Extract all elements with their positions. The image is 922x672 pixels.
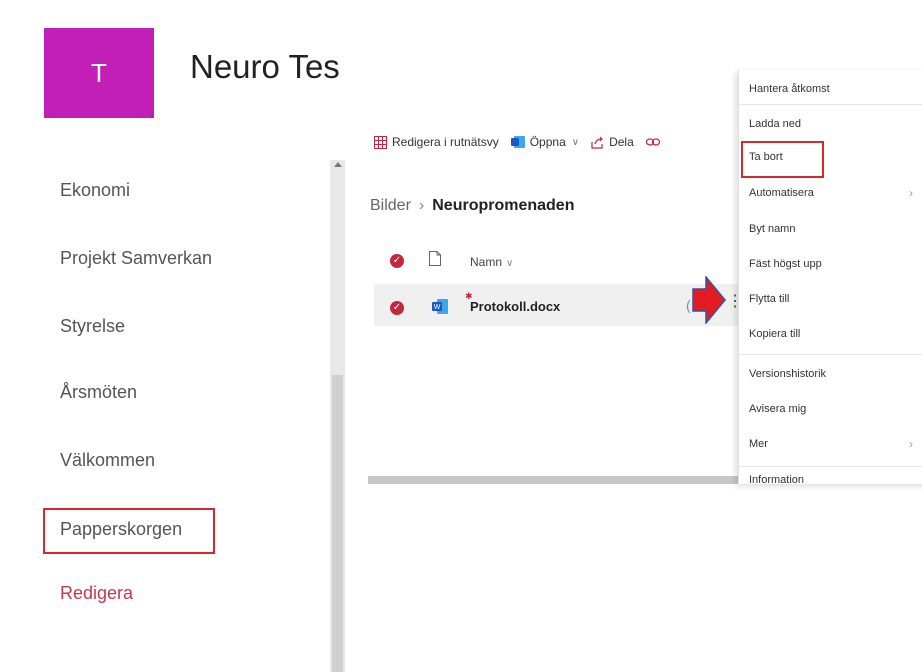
site-logo-letter: T — [91, 57, 107, 88]
file-name[interactable]: Protokoll.docx — [470, 299, 560, 314]
chevron-right-icon: › — [909, 186, 913, 200]
breadcrumb-chevron-icon: › — [418, 197, 425, 214]
menu-item-more[interactable]: Mer — [749, 438, 768, 450]
word-file-icon: W — [432, 299, 448, 319]
grid-icon — [374, 135, 387, 149]
chevron-down-icon: ∨ — [571, 136, 580, 148]
menu-item-information[interactable]: Information — [749, 474, 804, 484]
open-label: Öppna — [529, 135, 566, 149]
chevron-down-icon: ∨ — [506, 258, 514, 269]
menu-item-download[interactable]: Ladda ned — [749, 118, 801, 130]
nav-item-arsmoten[interactable]: Årsmöten — [60, 382, 137, 403]
copy-link-button[interactable] — [645, 137, 665, 147]
file-type-icon — [429, 251, 441, 271]
nav-item-ekonomi[interactable]: Ekonomi — [60, 180, 130, 201]
edit-grid-button[interactable]: Redigera i rutnätsvy — [374, 135, 499, 149]
menu-item-pin-to-top[interactable]: Fäst högst upp — [749, 258, 822, 270]
share-icon — [591, 136, 604, 149]
edit-grid-label: Redigera i rutnätsvy — [392, 135, 499, 149]
nav-item-valkommen[interactable]: Välkommen — [60, 450, 155, 471]
menu-item-automate[interactable]: Automatisera — [749, 187, 814, 199]
nav-edit-link[interactable]: Redigera — [60, 583, 133, 604]
delete-highlight — [741, 141, 824, 178]
scroll-up-icon[interactable] — [334, 162, 342, 167]
menu-divider — [739, 354, 922, 355]
chevron-right-icon: › — [909, 437, 913, 451]
share-button[interactable]: Dela — [591, 135, 634, 149]
command-bar: Redigera i rutnätsvy Öppna ∨ Dela — [374, 131, 677, 153]
horizontal-scrollbar[interactable] — [368, 476, 758, 484]
menu-item-move-to[interactable]: Flytta till — [749, 293, 789, 305]
share-label: Dela — [609, 135, 634, 149]
menu-item-version-history[interactable]: Versionshistorik — [749, 368, 826, 380]
link-icon — [645, 137, 660, 147]
left-scrollbar[interactable] — [330, 160, 345, 672]
menu-divider — [739, 466, 922, 467]
site-logo[interactable]: T — [44, 28, 154, 118]
menu-item-copy-to[interactable]: Kopiera till — [749, 328, 800, 340]
svg-text:W: W — [434, 304, 441, 311]
nav-item-projekt-samverkan[interactable]: Projekt Samverkan — [60, 248, 212, 269]
menu-item-manage-access[interactable]: Hantera åtkomst — [749, 83, 830, 95]
breadcrumb-parent[interactable]: Bilder — [370, 197, 411, 214]
row-check-icon[interactable]: ✓ — [390, 301, 404, 315]
menu-divider — [739, 104, 922, 105]
red-arrow-icon — [692, 274, 726, 329]
select-all-check-icon[interactable]: ✓ — [390, 254, 404, 268]
scrollbar-thumb[interactable] — [332, 375, 343, 672]
row-share-icon[interactable]: ( — [686, 297, 691, 313]
menu-item-rename[interactable]: Byt namn — [749, 223, 795, 235]
context-menu: Hantera åtkomst Ladda ned Ta bort Automa… — [738, 70, 922, 484]
open-button[interactable]: Öppna ∨ — [510, 135, 580, 149]
breadcrumb-current: Neuropromenaden — [432, 197, 575, 214]
column-header-name[interactable]: Namn ∨ — [470, 255, 513, 269]
papperskorgen-highlight — [43, 508, 215, 554]
nav-item-styrelse[interactable]: Styrelse — [60, 316, 125, 337]
breadcrumb: Bilder › Neuropromenaden — [370, 197, 574, 215]
column-name-label: Namn — [470, 255, 503, 269]
site-title[interactable]: Neuro Tes — [190, 48, 350, 86]
menu-item-alert-me[interactable]: Avisera mig — [749, 403, 806, 415]
word-app-icon — [510, 136, 525, 148]
